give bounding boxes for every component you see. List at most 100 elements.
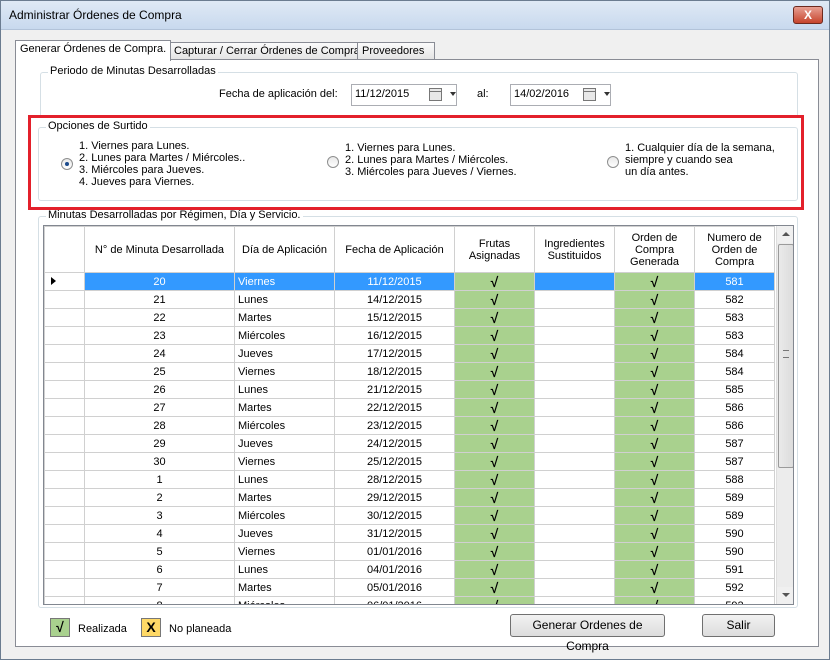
cell-dia[interactable]: Lunes <box>234 470 335 489</box>
cell-dia[interactable]: Jueves <box>234 434 335 453</box>
cell-numero-orden[interactable]: 592 <box>694 578 775 597</box>
table-row[interactable]: 28 Miércoles 23/12/2015 √ √ 586 <box>44 416 775 435</box>
cell-numero-orden[interactable]: 589 <box>694 488 775 507</box>
cell-fecha[interactable]: 24/12/2015 <box>334 434 455 453</box>
cell-ingredientes[interactable] <box>534 524 615 543</box>
cell-fecha[interactable]: 11/12/2015 <box>334 272 455 291</box>
title-bar[interactable]: Administrar Órdenes de Compra X <box>1 1 829 30</box>
cell-minuta[interactable]: 22 <box>84 308 235 327</box>
cell-frutas-check[interactable]: √ <box>454 398 535 417</box>
table-row[interactable]: 29 Jueves 24/12/2015 √ √ 587 <box>44 434 775 453</box>
calendar-icon[interactable] <box>583 88 596 101</box>
cell-orden-generada-check[interactable]: √ <box>614 272 695 291</box>
cell-ingredientes[interactable] <box>534 272 615 291</box>
chevron-down-icon[interactable] <box>450 92 456 96</box>
cell-numero-orden[interactable]: 585 <box>694 380 775 399</box>
cell-frutas-check[interactable]: √ <box>454 596 535 604</box>
cell-dia[interactable]: Martes <box>234 398 335 417</box>
scroll-thumb[interactable] <box>778 244 793 468</box>
cell-minuta[interactable]: 1 <box>84 470 235 489</box>
cell-minuta[interactable]: 21 <box>84 290 235 309</box>
cell-ingredientes[interactable] <box>534 596 615 604</box>
cell-frutas-check[interactable]: √ <box>454 290 535 309</box>
cell-numero-orden[interactable]: 584 <box>694 362 775 381</box>
cell-numero-orden[interactable]: 582 <box>694 290 775 309</box>
cell-orden-generada-check[interactable]: √ <box>614 362 695 381</box>
cell-ingredientes[interactable] <box>534 308 615 327</box>
cell-minuta[interactable]: 8 <box>84 596 235 604</box>
row-header[interactable] <box>44 488 85 507</box>
cell-dia[interactable]: Miércoles <box>234 416 335 435</box>
col-header-minuta[interactable]: N° de Minuta Desarrollada <box>84 226 235 273</box>
col-header-numero-orden[interactable]: Numero de Orden de Compra <box>694 226 775 273</box>
table-row[interactable]: 22 Martes 15/12/2015 √ √ 583 <box>44 308 775 327</box>
table-row[interactable]: 1 Lunes 28/12/2015 √ √ 588 <box>44 470 775 489</box>
cell-fecha[interactable]: 01/01/2016 <box>334 542 455 561</box>
cell-numero-orden[interactable]: 591 <box>694 560 775 579</box>
table-row[interactable]: 6 Lunes 04/01/2016 √ √ 591 <box>44 560 775 579</box>
cell-frutas-check[interactable]: √ <box>454 506 535 525</box>
cell-dia[interactable]: Jueves <box>234 524 335 543</box>
cell-dia[interactable]: Viernes <box>234 272 335 291</box>
cell-ingredientes[interactable] <box>534 542 615 561</box>
row-header[interactable] <box>44 470 85 489</box>
row-header[interactable] <box>44 344 85 363</box>
fecha-hasta-picker[interactable]: 14/02/2016 <box>510 84 611 106</box>
cell-orden-generada-check[interactable]: √ <box>614 290 695 309</box>
generar-ordenes-button[interactable]: Generar Ordenes de Compra <box>510 614 665 653</box>
row-header[interactable] <box>44 326 85 345</box>
cell-minuta[interactable]: 2 <box>84 488 235 507</box>
cell-ingredientes[interactable] <box>534 416 615 435</box>
cell-minuta[interactable]: 20 <box>84 272 235 291</box>
row-header[interactable] <box>44 416 85 435</box>
cell-frutas-check[interactable]: √ <box>454 452 535 471</box>
scroll-down-icon[interactable] <box>777 587 793 604</box>
row-header[interactable] <box>44 434 85 453</box>
cell-ingredientes[interactable] <box>534 362 615 381</box>
cell-orden-generada-check[interactable]: √ <box>614 434 695 453</box>
cell-orden-generada-check[interactable]: √ <box>614 524 695 543</box>
scroll-up-icon[interactable] <box>777 226 793 243</box>
tab-capturar-cerrar[interactable]: Capturar / Cerrar Órdenes de Compra <box>169 42 360 60</box>
table-row[interactable]: 27 Martes 22/12/2015 √ √ 586 <box>44 398 775 417</box>
table-row[interactable]: 30 Viernes 25/12/2015 √ √ 587 <box>44 452 775 471</box>
tab-generar-ordenes[interactable]: Generar Órdenes de Compra. <box>15 40 171 61</box>
cell-numero-orden[interactable]: 587 <box>694 452 775 471</box>
cell-dia[interactable]: Lunes <box>234 560 335 579</box>
cell-fecha[interactable]: 30/12/2015 <box>334 506 455 525</box>
cell-numero-orden[interactable]: 583 <box>694 326 775 345</box>
cell-ingredientes[interactable] <box>534 326 615 345</box>
table-row[interactable]: 3 Miércoles 30/12/2015 √ √ 589 <box>44 506 775 525</box>
cell-fecha[interactable]: 14/12/2015 <box>334 290 455 309</box>
cell-numero-orden[interactable]: 581 <box>694 272 775 291</box>
cell-frutas-check[interactable]: √ <box>454 470 535 489</box>
cell-orden-generada-check[interactable]: √ <box>614 542 695 561</box>
cell-numero-orden[interactable]: 592 <box>694 596 775 604</box>
chevron-down-icon[interactable] <box>604 92 610 96</box>
table-row[interactable]: 21 Lunes 14/12/2015 √ √ 582 <box>44 290 775 309</box>
table-row[interactable]: 2 Martes 29/12/2015 √ √ 589 <box>44 488 775 507</box>
cell-frutas-check[interactable]: √ <box>454 344 535 363</box>
cell-orden-generada-check[interactable]: √ <box>614 488 695 507</box>
cell-minuta[interactable]: 24 <box>84 344 235 363</box>
cell-fecha[interactable]: 04/01/2016 <box>334 560 455 579</box>
col-header-dia[interactable]: Día de Aplicación <box>234 226 335 273</box>
cell-ingredientes[interactable] <box>534 560 615 579</box>
cell-orden-generada-check[interactable]: √ <box>614 344 695 363</box>
table-row[interactable]: 26 Lunes 21/12/2015 √ √ 585 <box>44 380 775 399</box>
cell-minuta[interactable]: 7 <box>84 578 235 597</box>
cell-numero-orden[interactable]: 590 <box>694 542 775 561</box>
row-header[interactable] <box>44 506 85 525</box>
cell-frutas-check[interactable]: √ <box>454 362 535 381</box>
cell-numero-orden[interactable]: 584 <box>694 344 775 363</box>
cell-fecha[interactable]: 16/12/2015 <box>334 326 455 345</box>
cell-numero-orden[interactable]: 586 <box>694 416 775 435</box>
cell-ingredientes[interactable] <box>534 290 615 309</box>
grid-vertical-scrollbar[interactable] <box>776 226 793 604</box>
row-header[interactable] <box>44 308 85 327</box>
cell-dia[interactable]: Miércoles <box>234 596 335 604</box>
row-header[interactable] <box>44 542 85 561</box>
cell-fecha[interactable]: 31/12/2015 <box>334 524 455 543</box>
cell-ingredientes[interactable] <box>534 380 615 399</box>
table-row[interactable]: 4 Jueves 31/12/2015 √ √ 590 <box>44 524 775 543</box>
